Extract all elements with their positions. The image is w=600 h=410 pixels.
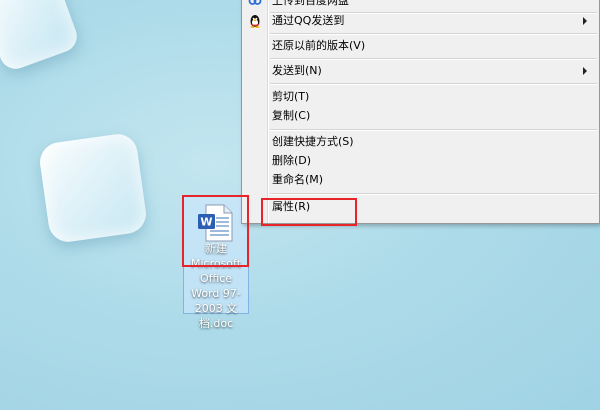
submenu-arrow-icon [583, 17, 587, 25]
menu-item-rename[interactable]: 重命名(M) [242, 170, 599, 190]
menu-item-label: 删除(D) [272, 154, 312, 167]
baidu-netdisk-icon [248, 0, 262, 5]
menu-item-label: 发送到(N) [272, 64, 322, 77]
menu-item-create-shortcut[interactable]: 创建快捷方式(S) [242, 132, 599, 152]
ice-cube-decoration [37, 131, 149, 245]
menu-item-cut[interactable]: 剪切(T) [242, 87, 599, 107]
menu-item-label: 重命名(M) [272, 173, 324, 186]
menu-item-label: 通过QQ发送到 [272, 14, 345, 27]
ice-cube-decoration [0, 0, 82, 74]
menu-item-label: 剪切(T) [272, 90, 310, 103]
submenu-arrow-icon [583, 67, 587, 75]
menu-item-send-qq[interactable]: 通过QQ发送到 [242, 11, 599, 31]
annotation-highlight-file [182, 195, 249, 267]
menu-item-copy[interactable]: 复制(C) [242, 106, 599, 126]
menu-item-send-to[interactable]: 发送到(N) [242, 61, 599, 81]
menu-item-label: 复制(C) [272, 109, 311, 122]
qq-penguin-icon [250, 15, 260, 28]
menu-item-label: 创建快捷方式(S) [272, 135, 354, 148]
menu-item-restore-versions[interactable]: 还原以前的版本(V) [242, 36, 599, 56]
menu-item-upload-baidu[interactable]: 上传到百度网盘 [242, 0, 599, 11]
menu-separator [270, 193, 597, 195]
menu-separator [270, 129, 597, 131]
annotation-highlight-properties [261, 198, 357, 226]
menu-item-label: 还原以前的版本(V) [272, 39, 366, 52]
menu-item-delete[interactable]: 删除(D) [242, 151, 599, 171]
menu-separator [270, 83, 597, 85]
context-menu: 上传到百度网盘 通过QQ发送到 还原以前的版本(V) 发送到(N) 剪切(T) … [241, 0, 600, 224]
menu-separator [270, 58, 597, 60]
menu-item-label: 上传到百度网盘 [272, 0, 349, 7]
menu-separator [270, 33, 597, 35]
